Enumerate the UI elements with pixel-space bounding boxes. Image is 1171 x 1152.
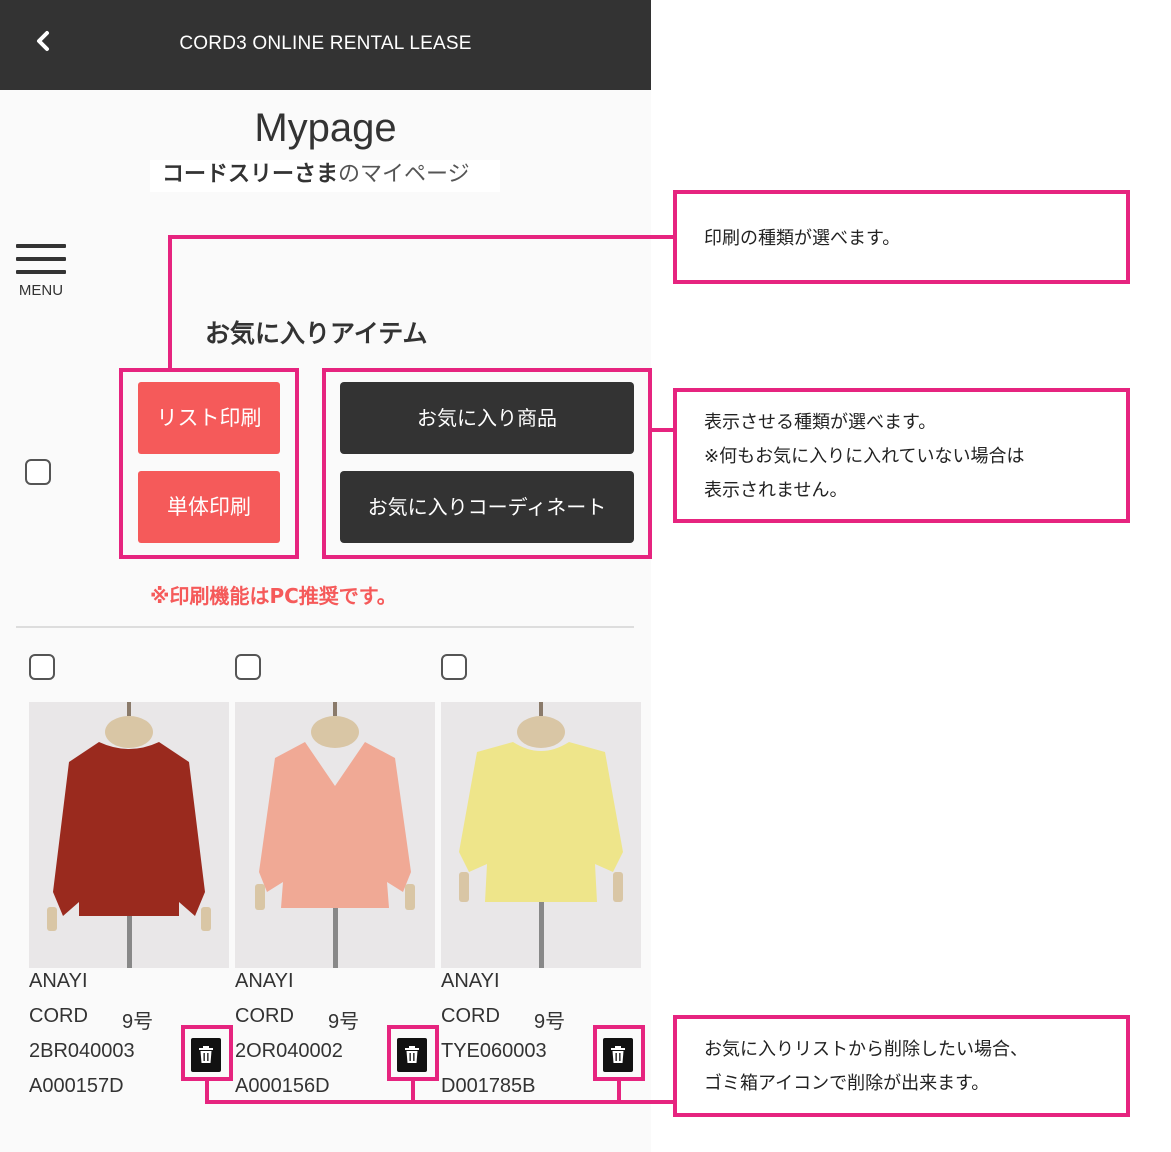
annotation-delete: お気に入りリストから削除したい場合、 ゴミ箱アイコンで削除が出来ます。 <box>673 1015 1130 1117</box>
connector-line <box>205 1100 674 1104</box>
connector-line <box>650 428 674 432</box>
trash-highlight-1 <box>181 1025 233 1081</box>
garment-shape <box>259 742 411 908</box>
select-all-checkbox[interactable] <box>25 459 51 485</box>
connector-line <box>168 235 172 369</box>
top-bar: CORD3 ONLINE RENTAL LEASE <box>0 0 651 90</box>
item-code: 2BR040003 <box>29 1040 135 1062</box>
product-image[interactable] <box>29 702 229 968</box>
annotation-text: 表示されません。 <box>704 480 848 501</box>
item-brand: ANAYI <box>29 970 88 992</box>
garment-shape <box>53 742 205 916</box>
trash-highlight-2 <box>387 1025 439 1081</box>
page-title: Mypage <box>254 106 397 150</box>
product-image[interactable] <box>235 702 435 968</box>
view-buttons-highlight <box>322 368 652 559</box>
hamburger-icon <box>16 244 66 248</box>
print-note: ※印刷機能はPC推奨です。 <box>150 584 397 608</box>
item-brand: ANAYI <box>235 970 294 992</box>
favorites-heading: お気に入りアイテム <box>205 319 428 348</box>
annotation-view-type: 表示させる種類が選べます。 ※何もお気に入りに入れていない場合は 表示されません… <box>673 388 1130 523</box>
item-id: A000156D <box>235 1075 330 1097</box>
print-buttons-highlight <box>119 368 299 559</box>
item-size: 9号 <box>328 1011 360 1033</box>
item-brand: ANAYI <box>441 970 500 992</box>
annotation-text: 印刷の種類が選べます。 <box>704 228 901 249</box>
trash-highlight-3 <box>593 1025 645 1081</box>
item-code: 2OR040002 <box>235 1040 343 1062</box>
annotation-text: 表示させる種類が選べます。 <box>704 412 937 433</box>
hamburger-icon-bar <box>16 270 66 274</box>
item-id: A000157D <box>29 1075 124 1097</box>
item-checkbox[interactable] <box>29 654 55 680</box>
item-checkbox[interactable] <box>235 654 261 680</box>
annotation-text: ※何もお気に入りに入れていない場合は <box>704 446 1025 467</box>
item-label: CORD <box>441 1005 500 1027</box>
phone-screen: CORD3 ONLINE RENTAL LEASE Mypage コードスリーさ… <box>0 0 651 1152</box>
item-size: 9号 <box>534 1011 566 1033</box>
item-checkbox[interactable] <box>441 654 467 680</box>
user-greeting: コードスリーさまのマイページ <box>150 160 500 192</box>
annotation-text: お気に入りリストから削除したい場合、 <box>704 1039 1028 1060</box>
product-image[interactable] <box>441 702 641 968</box>
site-title: CORD3 ONLINE RENTAL LEASE <box>179 33 472 54</box>
menu-button[interactable]: MENU <box>14 242 70 302</box>
hamburger-icon-bar <box>16 257 66 261</box>
annotation-text: ゴミ箱アイコンで削除が出来ます。 <box>704 1073 990 1094</box>
garment-shape <box>459 742 623 902</box>
item-id: D001785B <box>441 1075 536 1097</box>
divider <box>16 626 634 628</box>
greeting-suffix: のマイページ <box>338 162 470 187</box>
item-code: TYE060003 <box>441 1040 547 1062</box>
annotation-print-type: 印刷の種類が選べます。 <box>673 190 1130 284</box>
item-label: CORD <box>235 1005 294 1027</box>
connector-line <box>168 235 674 239</box>
item-label: CORD <box>29 1005 88 1027</box>
item-size: 9号 <box>122 1011 154 1033</box>
menu-label: MENU <box>18 282 64 299</box>
user-name: コードスリーさま <box>162 162 339 187</box>
